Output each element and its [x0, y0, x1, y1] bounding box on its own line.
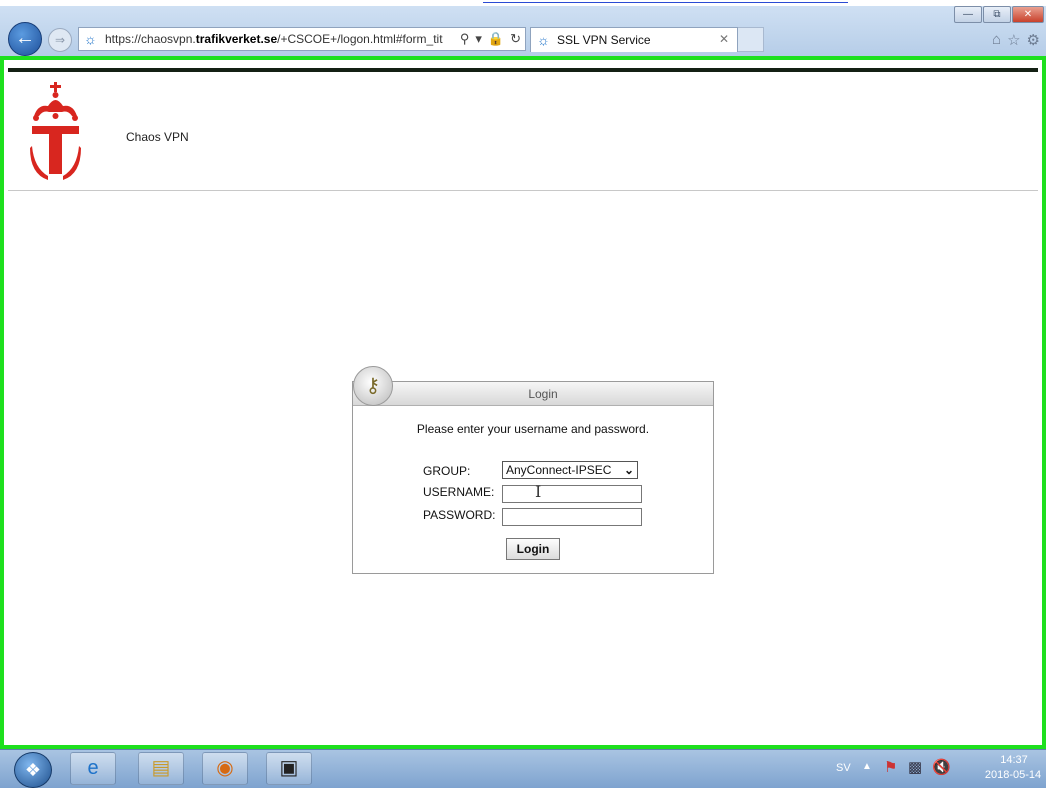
page-frame: Chaos VPN Login ⚷ Please enter your user… [0, 56, 1046, 749]
taskbar-window-icon[interactable]: ▣ [266, 752, 312, 785]
taskbar: ❖ e ▤ ◉ ▣ SV ▲ ⚑ ▩ 🔇 14:37 2018-05-14 [0, 749, 1046, 788]
toolbar-right-icons: ⌂ ☆ ⚙ [992, 31, 1040, 49]
clock-date[interactable]: 2018-05-14 [980, 769, 1046, 781]
login-title: Login [528, 387, 558, 401]
action-center-flag-icon[interactable]: ⚑ [884, 758, 897, 776]
volume-muted-icon[interactable]: 🔇 [932, 758, 951, 776]
ie-tab-icon: ☼ [537, 32, 550, 48]
brand-name: Chaos VPN [126, 130, 189, 144]
taskbar-media-player-icon[interactable]: ◉ [202, 752, 248, 785]
address-bar-icons: ⚲ ▾ 🔒 ↻ [460, 31, 521, 47]
clock-time[interactable]: 14:37 [986, 754, 1042, 766]
clipped-link-underline [483, 2, 848, 3]
network-icon[interactable]: ▩ [908, 758, 922, 776]
back-button[interactable]: ← [8, 22, 42, 56]
close-window-button[interactable]: ✕ [1012, 6, 1044, 23]
password-label: PASSWORD: [423, 508, 496, 522]
username-field[interactable] [502, 485, 642, 503]
system-tray: SV ▲ ⚑ ▩ 🔇 14:37 2018-05-14 [814, 750, 1046, 788]
home-icon[interactable]: ⌂ [992, 31, 1001, 49]
address-bar[interactable]: ☼ https://chaosvpn.trafikverket.se/+CSCO… [78, 27, 526, 51]
login-panel: Login ⚷ Please enter your username and p… [352, 366, 714, 574]
text-cursor-icon: I [535, 482, 542, 501]
login-prompt: Please enter your username and password. [416, 422, 650, 436]
browser-chrome: — ⧉ ✕ ← ⇒ ☼ https://chaosvpn.trafikverke… [0, 6, 1046, 56]
login-button[interactable]: Login [506, 538, 560, 560]
tab-close-icon[interactable]: ✕ [719, 32, 729, 46]
maximize-button[interactable]: ⧉ [983, 6, 1011, 23]
show-hidden-icons-icon[interactable]: ▲ [862, 761, 872, 772]
gear-icon[interactable]: ⚙ [1027, 31, 1040, 49]
chevron-down-icon: ⌄ [623, 463, 634, 477]
language-indicator[interactable]: SV [836, 762, 851, 774]
lock-icon[interactable]: 🔒 [488, 31, 504, 47]
browser-tab[interactable]: ☼ SSL VPN Service ✕ [530, 27, 738, 52]
new-tab-button[interactable] [738, 27, 764, 52]
favorites-star-icon[interactable]: ☆ [1007, 31, 1020, 49]
group-label: GROUP: [423, 464, 471, 478]
group-selected-value: AnyConnect-IPSEC [506, 463, 612, 477]
refresh-icon[interactable]: ↻ [510, 31, 521, 47]
taskbar-ie-icon[interactable]: e [70, 752, 116, 785]
username-label: USERNAME: [423, 485, 495, 499]
forward-button[interactable]: ⇒ [48, 28, 72, 52]
search-icon[interactable]: ⚲ [460, 31, 470, 47]
start-button[interactable]: ❖ [14, 752, 52, 788]
trafikverket-logo-icon [30, 82, 81, 180]
minimize-button[interactable]: — [954, 6, 982, 23]
page-header: Chaos VPN [8, 68, 1038, 191]
keys-icon: ⚷ [353, 366, 393, 406]
tab-title: SSL VPN Service [557, 33, 651, 47]
password-field[interactable] [502, 508, 642, 526]
url-text: https://chaosvpn.trafikverket.se/+CSCOE+… [105, 32, 443, 46]
dropdown-arrow-icon[interactable]: ▾ [475, 31, 482, 47]
group-select[interactable]: AnyConnect-IPSEC ⌄ [502, 461, 638, 479]
window-controls: — ⧉ ✕ [953, 6, 1044, 23]
login-header: Login [353, 382, 713, 406]
taskbar-explorer-icon[interactable]: ▤ [138, 752, 184, 785]
ie-page-icon: ☼ [84, 31, 97, 47]
